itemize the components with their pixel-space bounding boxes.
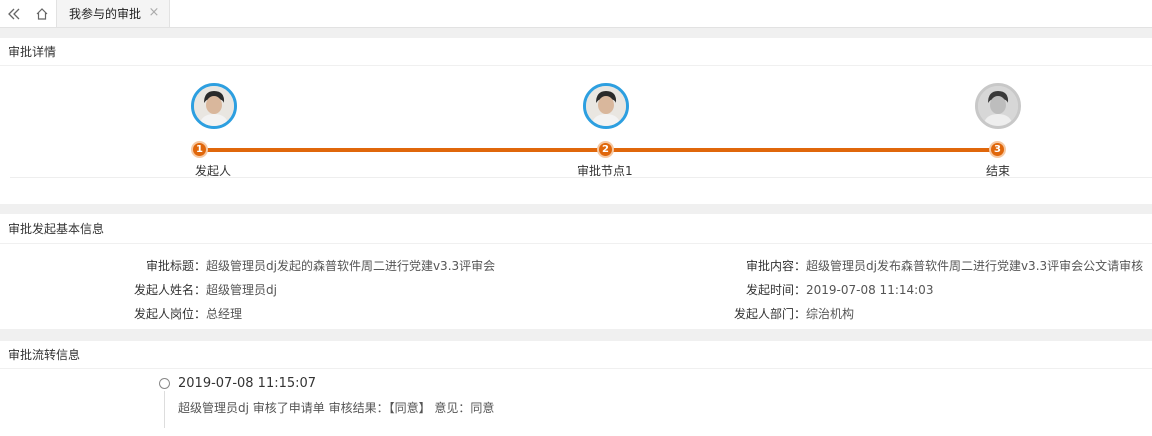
- info-initiator-post: 发起人岗位：总经理: [0, 305, 242, 322]
- collapse-left-button[interactable]: [0, 0, 28, 27]
- info-key: 发起人部门：: [733, 307, 806, 321]
- info-key: 审批标题：: [145, 259, 206, 273]
- home-icon: [36, 7, 48, 20]
- approval-detail-panel: 审批详情 1 发起人 2 审批节点1 3 结束: [0, 38, 1152, 204]
- info-value: 超级管理员dj: [206, 283, 277, 297]
- tab-label: 我参与的审批: [69, 7, 142, 21]
- tab-my-approvals[interactable]: 我参与的审批 ×: [56, 0, 170, 27]
- avatar: [191, 83, 237, 129]
- user-avatar-icon: [978, 86, 1018, 126]
- tab-bar: 我参与的审批 ×: [0, 0, 1152, 28]
- close-icon[interactable]: ×: [147, 6, 161, 20]
- info-value: 总经理: [206, 307, 243, 321]
- timeline-dot: [159, 378, 170, 389]
- info-content: 审批内容：超级管理员dj发布森普软件周二进行党建v3.3评审会公文请审核: [672, 257, 1143, 274]
- panel-title: 审批发起基本信息: [0, 214, 1152, 244]
- info-key: 发起人岗位：: [133, 307, 206, 321]
- info-initiator-name: 发起人姓名：超级管理员dj: [0, 281, 277, 298]
- timeline-text: 超级管理员dj 审核了申请单 审核结果：【同意】 意见：同意: [178, 401, 495, 415]
- step-number: 3: [989, 141, 1006, 158]
- home-button[interactable]: [28, 0, 56, 27]
- info-key: 发起时间：: [745, 283, 806, 297]
- info-value: 综治机构: [806, 307, 855, 321]
- avatar: [975, 83, 1021, 129]
- step-number: 1: [191, 141, 208, 158]
- info-title: 审批标题：超级管理员dj发起的森普软件周二进行党建v3.3评审会: [0, 257, 495, 274]
- double-chevron-left-icon: [8, 8, 20, 19]
- panel-title: 审批流转信息: [0, 341, 1152, 369]
- info-key: 审批内容：: [745, 259, 806, 273]
- basic-info-panel: 审批发起基本信息 审批标题：超级管理员dj发起的森普软件周二进行党建v3.3评审…: [0, 214, 1152, 329]
- user-avatar-icon: [586, 86, 626, 126]
- info-value: 超级管理员dj发布森普软件周二进行党建v3.3评审会公文请审核: [806, 259, 1144, 273]
- info-value: 2019-07-08 11:14:03: [806, 283, 934, 297]
- timeline-time: 2019-07-08 11:15:07: [178, 376, 317, 391]
- panel-title: 审批详情: [0, 38, 1152, 66]
- info-initiate-time: 发起时间：2019-07-08 11:14:03: [672, 281, 933, 298]
- user-avatar-icon: [194, 86, 234, 126]
- divider: [10, 177, 1152, 178]
- info-initiator-dept: 发起人部门：综治机构: [672, 305, 854, 322]
- approval-steps: 1 发起人 2 审批节点1 3 结束: [0, 66, 1152, 178]
- avatar: [583, 83, 629, 129]
- timeline-line: [164, 391, 165, 428]
- info-key: 发起人姓名：: [133, 283, 206, 297]
- info-value: 超级管理员dj发起的森普软件周二进行党建v3.3评审会: [206, 259, 496, 273]
- flow-info-panel: 审批流转信息: [0, 341, 1152, 436]
- step-number: 2: [597, 141, 614, 158]
